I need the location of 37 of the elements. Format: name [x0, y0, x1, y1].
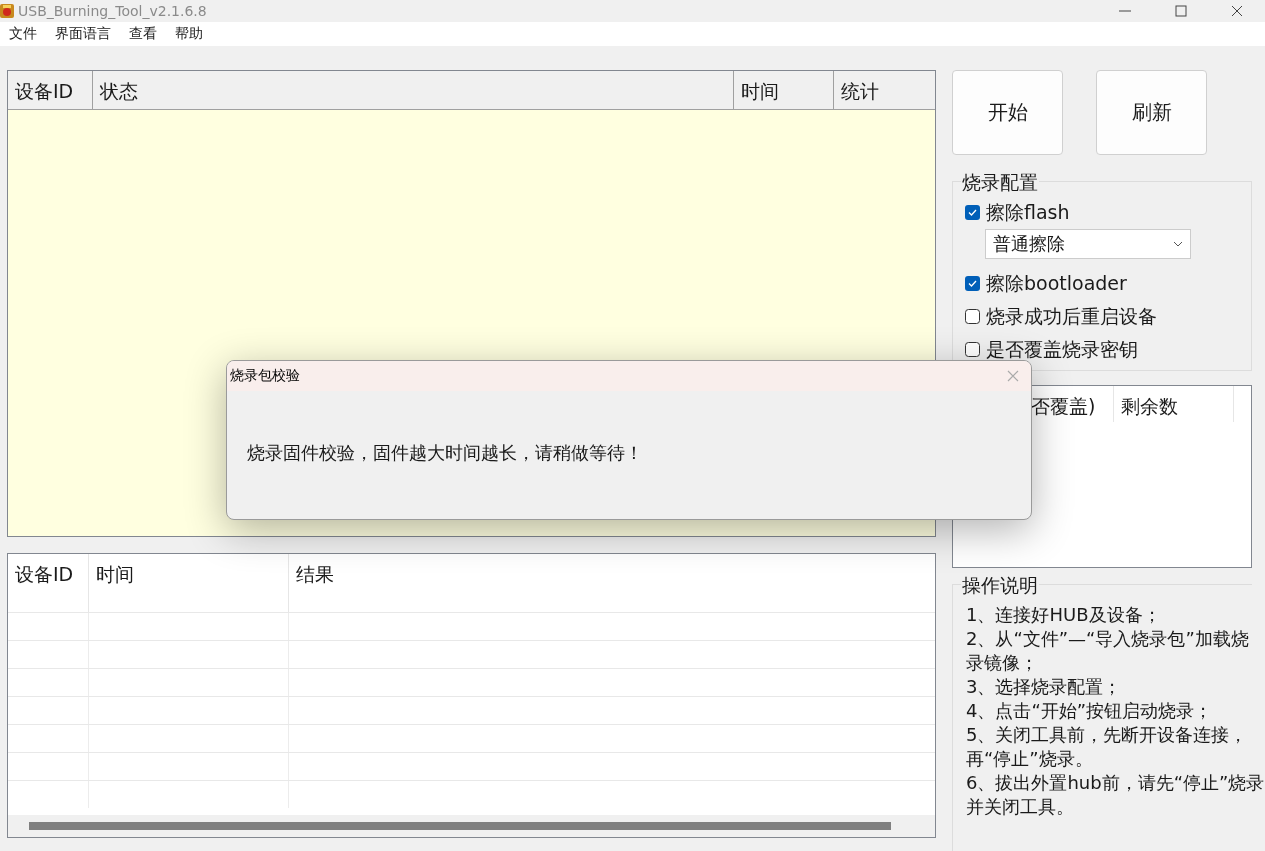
- checkbox-label: 擦除flash: [986, 199, 1070, 225]
- checkbox[interactable]: [965, 205, 980, 220]
- instruction-text: 2、从“文件”—“导入烧录包”加载烧录镜像；: [966, 627, 1250, 675]
- column-header[interactable]: 时间: [734, 71, 834, 109]
- dialog-message: 烧录固件校验，固件越大时间越长，请稍做等待！: [247, 441, 643, 465]
- checkbox[interactable]: [965, 276, 980, 291]
- dialog-title: 烧录包校验: [230, 367, 300, 385]
- column-header[interactable]: 设备ID: [8, 554, 89, 612]
- dropdown[interactable]: 普通擦除: [985, 229, 1191, 259]
- column-header[interactable]: 结果: [289, 554, 935, 612]
- menu-item[interactable]: 帮助: [166, 25, 212, 43]
- instruction-text: 4、点击“开始”按钮启动烧录；: [966, 699, 1214, 723]
- action-button[interactable]: 刷新: [1096, 70, 1207, 155]
- action-button[interactable]: 开始: [952, 70, 1063, 155]
- instruction-text: 5、关闭工具前，先断开设备连接，再“停止”烧录。: [966, 723, 1249, 771]
- checkbox-label: 烧录成功后重启设备: [986, 303, 1157, 329]
- window-title: USB_Burning_Tool_v2.1.6.8: [18, 3, 208, 19]
- checkbox-label: 是否覆盖烧录密钥: [986, 336, 1138, 362]
- maximize-icon[interactable]: [1175, 5, 1187, 17]
- column-header[interactable]: 状态: [93, 71, 734, 109]
- app-icon: [0, 3, 14, 19]
- column-header[interactable]: 设备ID: [8, 71, 93, 109]
- chevron-icon: [1173, 241, 1183, 247]
- column-header[interactable]: 剩余数: [1114, 386, 1234, 422]
- instruction-text: 1、连接好HUB及设备；: [966, 603, 1162, 627]
- menu-item[interactable]: 查看: [120, 25, 166, 43]
- scrollbar[interactable]: [8, 815, 935, 837]
- menu-item[interactable]: 界面语言: [46, 25, 120, 43]
- instruction-text: 3、选择烧录配置；: [966, 675, 1123, 699]
- menu-item[interactable]: 文件: [0, 25, 46, 43]
- checkbox[interactable]: [965, 342, 980, 357]
- column-header[interactable]: 统计: [834, 71, 935, 109]
- instruction-text: 6、拔出外置hub前，请先“停止”烧录并关闭工具。: [966, 771, 1265, 819]
- column-header[interactable]: 时间: [89, 554, 289, 612]
- checkbox-label: 擦除bootloader: [986, 270, 1127, 296]
- checkbox[interactable]: [965, 309, 980, 324]
- close-icon[interactable]: [1231, 5, 1243, 17]
